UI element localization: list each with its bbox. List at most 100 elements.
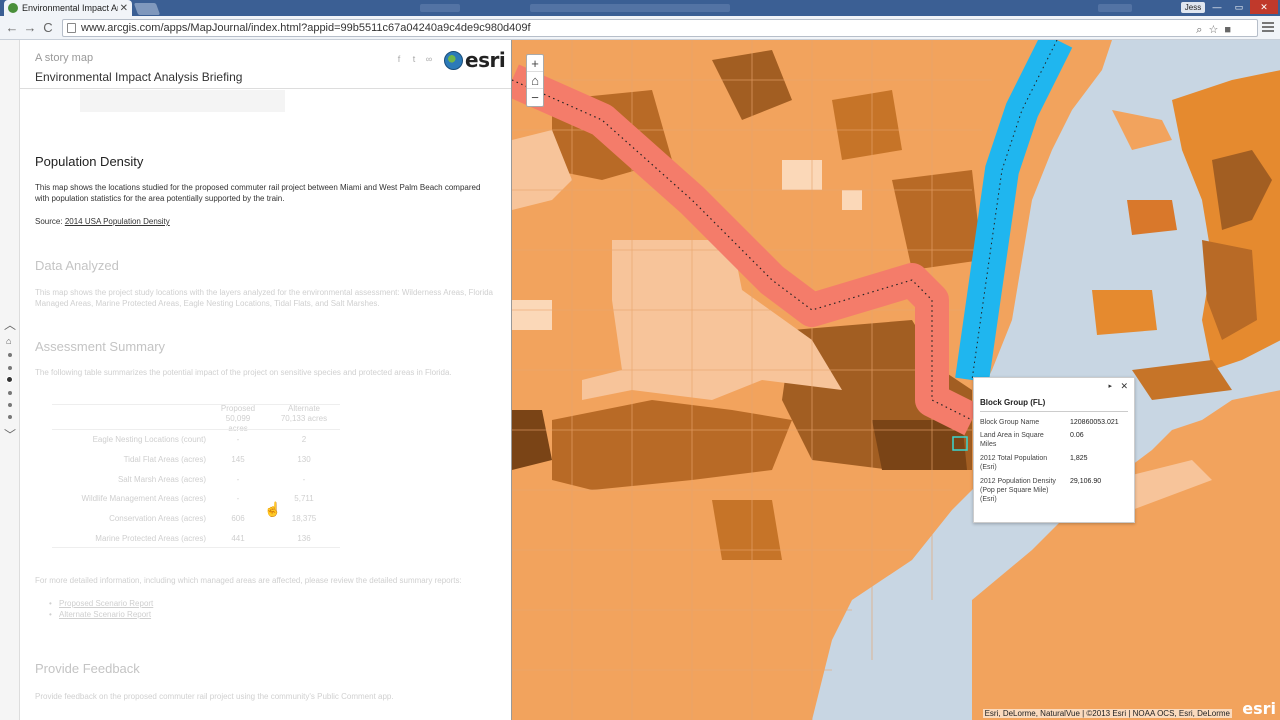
tab-title: Environmental Impact Ana xyxy=(22,3,118,13)
row-label: Marine Protected Areas (acres) xyxy=(95,534,206,543)
link-icon[interactable]: ∞ xyxy=(424,54,434,64)
browser-menu-button[interactable] xyxy=(1262,22,1274,32)
column-header-alternate: Alternate 70,133 acres xyxy=(280,404,328,424)
address-bar[interactable]: www.arcgis.com/apps/MapJournal/index.htm… xyxy=(62,19,1258,37)
popup-field-value: 0.06 xyxy=(1070,432,1084,439)
section-dot[interactable] xyxy=(8,403,12,407)
background-tab[interactable] xyxy=(530,4,730,12)
page-icon xyxy=(67,23,76,33)
table-row: Conservation Areas (acres) 606 18,375 xyxy=(52,509,340,528)
esri-logo-text: esri xyxy=(465,48,506,72)
back-button[interactable]: ← xyxy=(4,20,20,36)
section-dot[interactable] xyxy=(8,415,12,419)
population-source: Source: 2014 USA Population Density xyxy=(35,217,170,226)
chevron-up-icon[interactable]: ︿ xyxy=(3,319,17,331)
zoom-controls: + ⌂ − xyxy=(526,54,544,107)
background-tab[interactable] xyxy=(1098,4,1132,12)
bookmark-star-icon[interactable]: ☆ xyxy=(1208,22,1218,38)
row-proposed: - xyxy=(236,435,240,444)
section-title-feedback[interactable]: Provide Feedback xyxy=(35,661,140,676)
section-dot[interactable] xyxy=(8,391,12,395)
row-proposed: 441 xyxy=(231,534,245,543)
table-row: Salt Marsh Areas (acres) - - xyxy=(52,470,340,489)
feedback-body: Provide feedback on the proposed commute… xyxy=(35,692,394,701)
row-alternate: 18,375 xyxy=(291,514,317,523)
maximize-button[interactable]: ▭ xyxy=(1228,0,1250,14)
island xyxy=(1127,200,1177,235)
section-dot[interactable] xyxy=(8,353,12,357)
mouse-cursor-icon: ☝ xyxy=(264,501,282,517)
row-proposed: 145 xyxy=(231,455,245,464)
esri-map-logo[interactable]: esri xyxy=(1242,699,1276,718)
table-row: Marine Protected Areas (acres) 441 136 xyxy=(52,529,340,548)
dense-area xyxy=(712,500,782,560)
zoom-out-button[interactable]: − xyxy=(527,89,543,106)
zoom-in-button[interactable]: + xyxy=(527,55,543,72)
popup-field-label: 2012 Total Population (Esri) xyxy=(980,455,1048,471)
row-alternate: - xyxy=(302,475,306,484)
row-proposed: 606 xyxy=(231,514,245,523)
population-density-map[interactable] xyxy=(512,40,1280,720)
dense-area xyxy=(512,410,552,470)
row-label: Eagle Nesting Locations (count) xyxy=(92,435,206,444)
globe-icon xyxy=(444,50,463,70)
source-link[interactable]: 2014 USA Population Density xyxy=(65,217,170,226)
facebook-icon[interactable]: f xyxy=(394,54,404,64)
section-dot-active[interactable] xyxy=(6,376,13,383)
row-proposed: - xyxy=(236,475,240,484)
popup-title: Block Group (FL) xyxy=(980,398,1046,407)
popup-close-icon[interactable]: ✕ xyxy=(1120,381,1128,392)
globe-icon xyxy=(8,3,18,13)
background-tab[interactable] xyxy=(420,4,460,12)
dense-area xyxy=(552,400,792,490)
row-label: Wildlife Management Areas (acres) xyxy=(81,494,207,503)
home-button[interactable]: ⌂ xyxy=(527,72,543,89)
table-divider xyxy=(52,404,340,405)
dense-area xyxy=(832,90,902,160)
new-tab-button[interactable] xyxy=(133,3,161,15)
popup-divider xyxy=(980,411,1128,412)
story-subtitle: A story map xyxy=(35,52,94,64)
popup-field-value: 120860053.021 xyxy=(1070,419,1119,426)
table-row: Wildlife Management Areas (acres) - 5,71… xyxy=(52,489,340,508)
esri-logo[interactable]: esri xyxy=(444,48,506,72)
close-window-button[interactable]: ✕ xyxy=(1250,0,1278,14)
header-sub: 70,133 acres xyxy=(280,414,328,423)
source-label: Source: xyxy=(35,217,63,226)
chevron-down-icon[interactable]: ﹀ xyxy=(3,429,17,441)
popup-field-value: 29,106.90 xyxy=(1070,478,1102,485)
map-popup: ▸ ✕ Block Group (FL) Block Group Name 12… xyxy=(973,377,1135,523)
home-icon[interactable]: ⌂ xyxy=(6,336,11,346)
row-proposed: - xyxy=(236,494,240,503)
map-view[interactable]: + ⌂ − ▸ ✕ Block Group (FL) Block Group N… xyxy=(511,40,1280,720)
section-title-assessment[interactable]: Assessment Summary xyxy=(35,339,165,354)
extension-icon[interactable]: ■ xyxy=(1224,22,1231,38)
data-analyzed-body: This map shows the project study locatio… xyxy=(35,288,493,308)
section-navigator: ︿ ⌂ ﹀ xyxy=(0,40,20,720)
section-title-population: Population Density xyxy=(35,154,144,169)
island xyxy=(1092,290,1157,335)
table-row: Eagle Nesting Locations (count) - 2 xyxy=(52,430,340,449)
twitter-icon[interactable]: t xyxy=(409,54,419,64)
section-title-data-analyzed[interactable]: Data Analyzed xyxy=(35,258,119,273)
section-dot[interactable] xyxy=(8,366,12,370)
dense-area xyxy=(892,170,982,270)
browser-tabstrip: Environmental Impact Ana ✕ Jess — ▭ ✕ xyxy=(0,0,1280,16)
url-text: www.arcgis.com/apps/MapJournal/index.htm… xyxy=(81,22,531,34)
header-name: Proposed xyxy=(220,404,256,413)
row-label: Salt Marsh Areas (acres) xyxy=(117,475,206,484)
popup-next-icon[interactable]: ▸ xyxy=(1108,382,1112,390)
profile-badge[interactable]: Jess xyxy=(1181,2,1205,13)
reload-button[interactable]: C xyxy=(40,20,56,36)
browser-tab[interactable]: Environmental Impact Ana ✕ xyxy=(4,0,132,16)
minimize-button[interactable]: — xyxy=(1206,0,1228,14)
close-tab-icon[interactable]: ✕ xyxy=(120,3,128,14)
park xyxy=(782,160,822,190)
table-divider xyxy=(52,547,340,548)
search-icon[interactable]: ⌕ xyxy=(1196,22,1202,38)
story-title: Environmental Impact Analysis Briefing xyxy=(35,70,243,84)
forward-button[interactable]: → xyxy=(22,20,38,36)
alternate-report-link[interactable]: Alternate Scenario Report xyxy=(59,609,153,620)
row-alternate: 136 xyxy=(297,534,311,543)
proposed-report-link[interactable]: Proposed Scenario Report xyxy=(59,598,153,609)
